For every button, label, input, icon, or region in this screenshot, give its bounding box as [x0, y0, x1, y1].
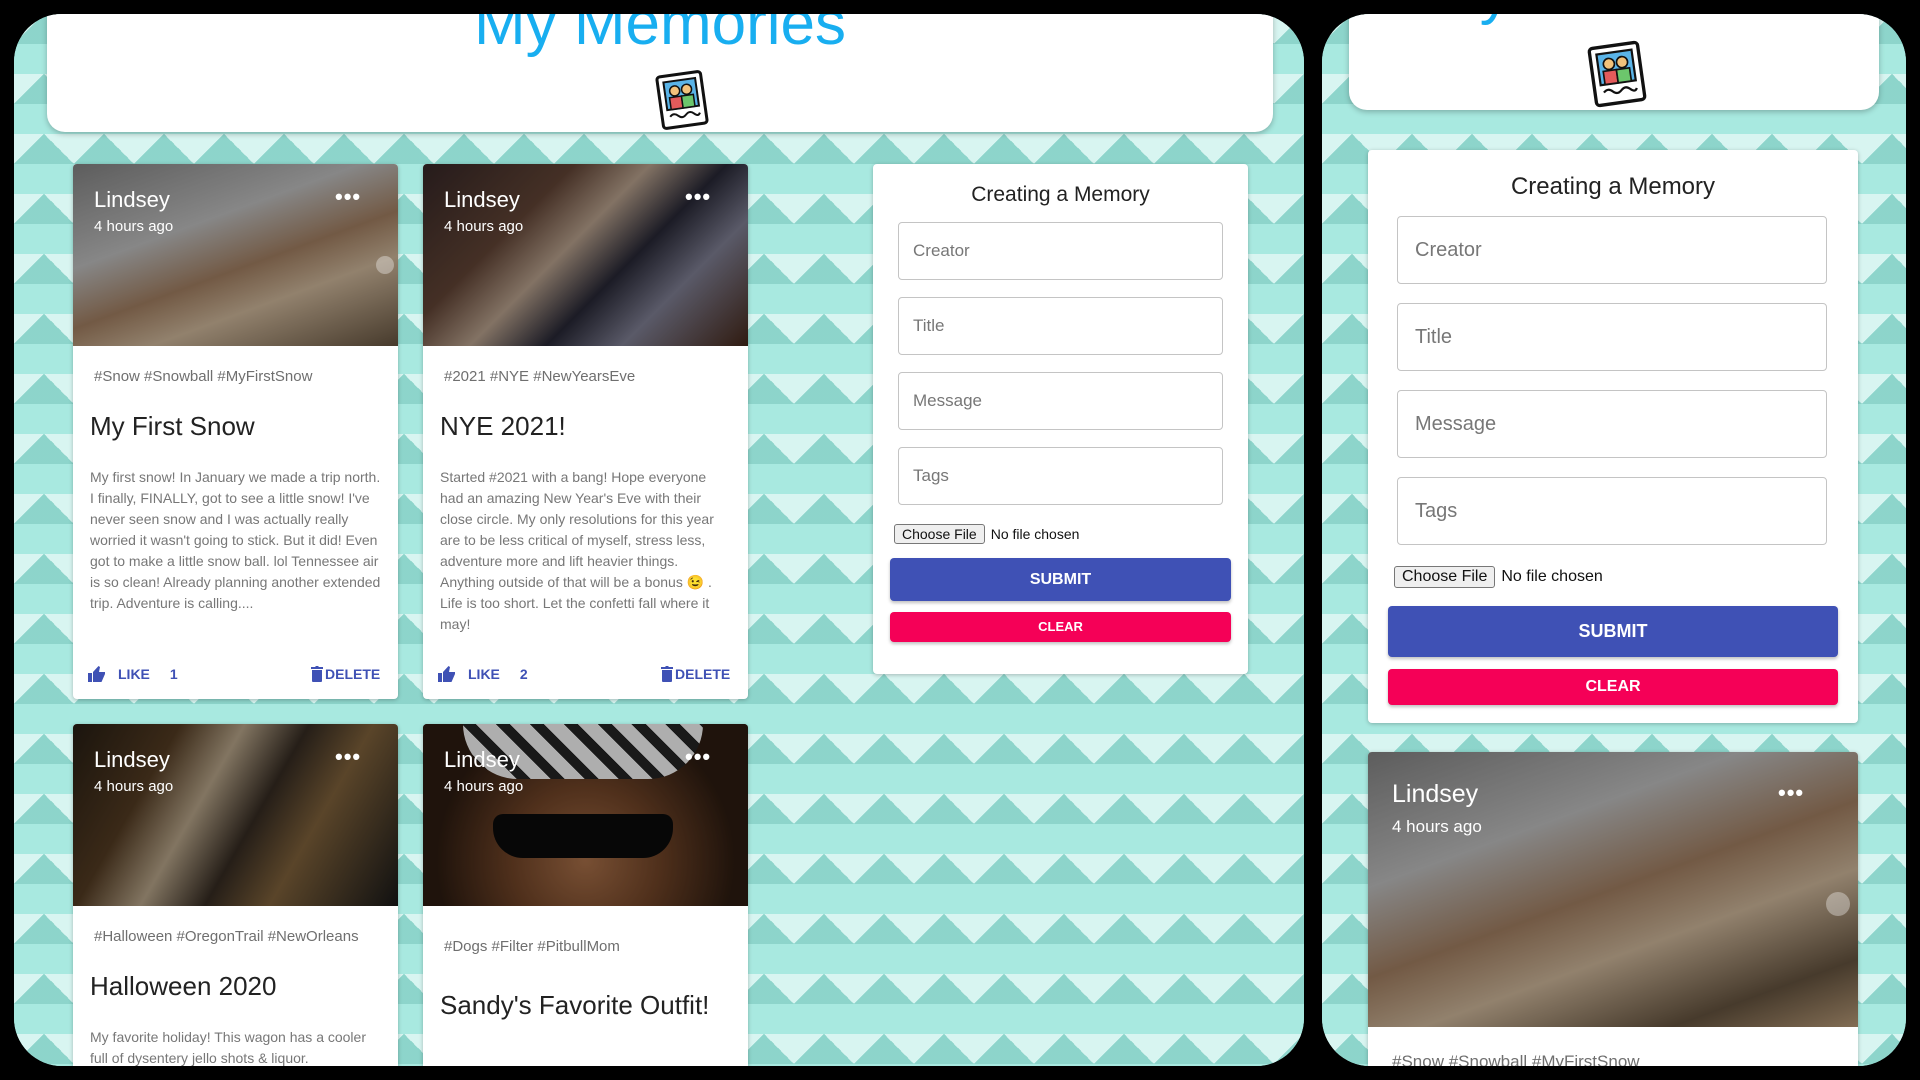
carousel-next-icon[interactable] — [376, 256, 394, 274]
submit-button[interactable]: SUBMIT — [890, 558, 1231, 601]
more-horiz-icon[interactable]: ••• — [685, 184, 711, 210]
more-horiz-icon[interactable]: ••• — [685, 744, 711, 770]
submit-button[interactable]: SUBMIT — [1388, 606, 1838, 657]
like-button[interactable]: LIKE 1 — [88, 666, 178, 682]
post-time: 4 hours ago — [444, 218, 524, 235]
post-creator: Lindsey — [444, 747, 520, 772]
post-title: Halloween 2020 — [90, 971, 277, 1001]
mobile-view: My Memories Creating a Memory Creator Ti — [1322, 14, 1906, 1066]
post-tags: #Snow #Snowball #MyFirstSnow — [94, 368, 313, 385]
app-title: My Memories — [1349, 14, 1879, 32]
thumb-up-icon — [438, 666, 455, 682]
photo-album-logo-icon — [654, 70, 710, 130]
tags-field[interactable]: Tags — [898, 447, 1223, 505]
post-creator: Lindsey — [444, 187, 520, 212]
app-title: My Memories — [473, 14, 847, 58]
post-card: Lindsey 4 hours ago ••• #Snow #Snowball … — [1368, 752, 1858, 1066]
tags-field[interactable]: Tags — [1397, 477, 1827, 545]
delete-label: DELETE — [675, 666, 731, 682]
post-tags: #Dogs #Filter #PitbullMom — [444, 938, 620, 955]
post-title: NYE 2021! — [440, 411, 566, 441]
post-message: My first snow! In January we made a trip… — [90, 469, 381, 611]
desktop-view: My Memories Lindsey 4 hours ago ••• #Sno… — [14, 14, 1304, 1066]
title-placeholder: Title — [913, 316, 945, 335]
post-creator: Lindsey — [1392, 780, 1479, 808]
post-time: 4 hours ago — [94, 778, 174, 795]
creator-placeholder: Creator — [1415, 239, 1482, 261]
delete-button[interactable]: DELETE — [311, 666, 380, 682]
delete-icon — [311, 666, 323, 682]
message-field[interactable]: Message — [898, 372, 1223, 430]
post-title: Sandy's Favorite Outfit! — [440, 990, 710, 1020]
delete-label: DELETE — [325, 666, 381, 682]
post-creator: Lindsey — [94, 747, 170, 772]
memory-form: Creating a Memory Creator Title Message … — [1368, 150, 1858, 723]
post-card: Lindsey 4 hours ago ••• #Halloween #Oreg… — [73, 724, 398, 1066]
message-field[interactable]: Message — [1397, 390, 1827, 458]
creator-field[interactable]: Creator — [898, 222, 1223, 280]
post-time: 4 hours ago — [1392, 817, 1482, 836]
post-message: My favorite holiday! This wagon has a co… — [90, 1029, 366, 1066]
app-header: My Memories — [1349, 14, 1879, 110]
file-status: No file chosen — [1501, 568, 1603, 585]
file-input: Choose File No file chosen — [894, 524, 1079, 544]
post-time: 4 hours ago — [444, 778, 524, 795]
message-placeholder: Message — [1415, 413, 1497, 435]
carousel-next-icon[interactable] — [1826, 892, 1850, 916]
like-count: 2 — [519, 666, 528, 682]
like-button[interactable]: LIKE 2 — [438, 666, 528, 682]
message-placeholder: Message — [913, 391, 982, 410]
more-horiz-icon[interactable]: ••• — [335, 744, 361, 770]
post-card: Lindsey 4 hours ago ••• #Snow #Snowball … — [73, 164, 398, 699]
post-time: 4 hours ago — [94, 218, 174, 235]
tags-placeholder: Tags — [1415, 500, 1458, 522]
like-label: LIKE — [468, 666, 500, 682]
file-status: No file chosen — [990, 526, 1080, 542]
title-field[interactable]: Title — [1397, 303, 1827, 371]
form-title: Creating a Memory — [971, 183, 1150, 206]
post-tags: #Snow #Snowball #MyFirstSnow — [1392, 1052, 1640, 1066]
title-field[interactable]: Title — [898, 297, 1223, 355]
creator-placeholder: Creator — [913, 241, 970, 260]
app-header: My Memories — [47, 14, 1273, 132]
tags-placeholder: Tags — [913, 466, 949, 485]
choose-file-button[interactable]: Choose File — [894, 524, 985, 544]
post-tags: #2021 #NYE #NewYearsEve — [444, 368, 636, 385]
thumb-up-icon — [88, 666, 105, 682]
memory-form: Creating a Memory Creator Title Message … — [873, 164, 1248, 674]
like-count: 1 — [169, 666, 178, 682]
delete-button[interactable]: DELETE — [661, 666, 730, 682]
post-tags: #Halloween #OregonTrail #NewOrleans — [94, 928, 359, 945]
clear-button[interactable]: CLEAR — [1388, 669, 1838, 705]
form-title: Creating a Memory — [1510, 173, 1716, 200]
clear-button[interactable]: CLEAR — [890, 612, 1231, 642]
more-horiz-icon[interactable]: ••• — [1778, 780, 1804, 806]
post-card: Lindsey 4 hours ago ••• #Dogs #Filter #P… — [423, 724, 748, 1066]
title-placeholder: Title — [1415, 326, 1453, 348]
like-label: LIKE — [118, 666, 150, 682]
post-card: Lindsey 4 hours ago ••• #2021 #NYE #NewY… — [423, 164, 748, 699]
post-creator: Lindsey — [94, 187, 170, 212]
post-title: My First Snow — [90, 411, 255, 441]
creator-field[interactable]: Creator — [1397, 216, 1827, 284]
photo-album-logo-icon — [1586, 40, 1648, 108]
more-horiz-icon[interactable]: ••• — [335, 184, 361, 210]
file-input: Choose File No file chosen — [1394, 566, 1603, 588]
choose-file-button[interactable]: Choose File — [1394, 566, 1496, 588]
delete-icon — [661, 666, 673, 682]
post-message: Started #2021 with a bang! Hope everyone… — [440, 469, 714, 632]
